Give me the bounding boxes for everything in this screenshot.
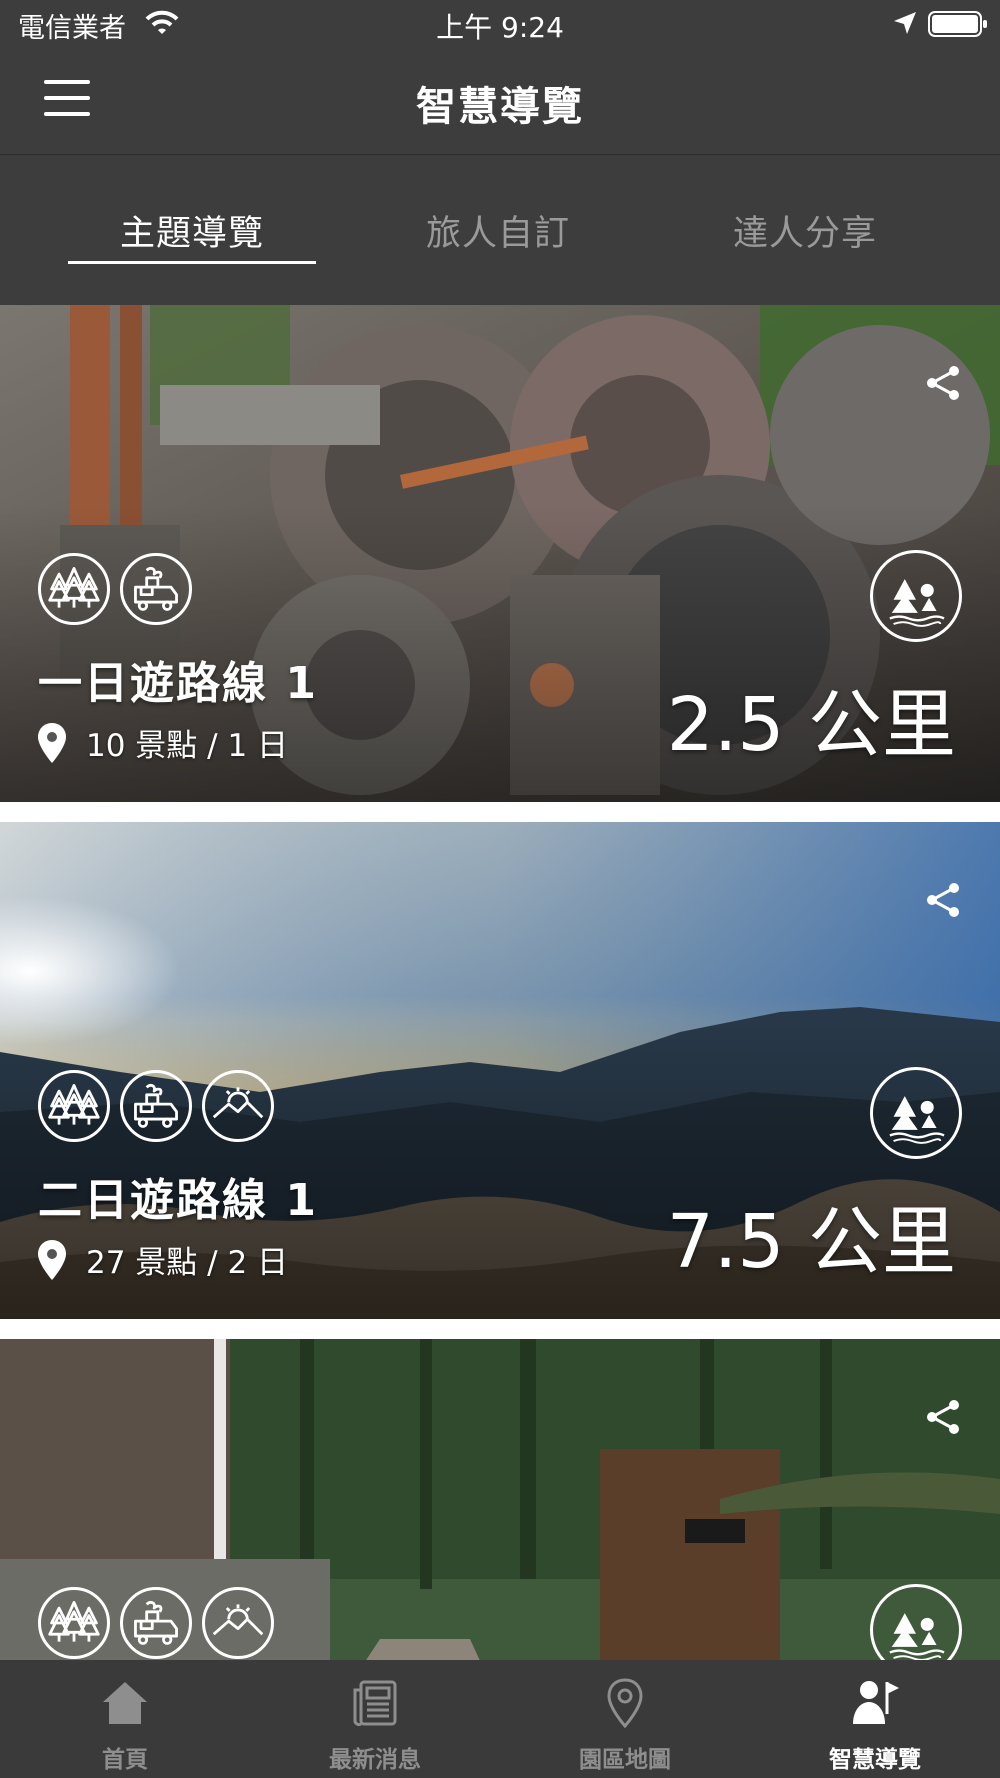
forest-icon: [38, 1070, 110, 1142]
tab-custom-trip[interactable]: 旅人自訂: [373, 205, 623, 256]
tabbar-home[interactable]: 首頁: [0, 1660, 250, 1778]
status-bar: 電信業者 上午 9:24: [0, 0, 1000, 50]
guide-flag-icon: [853, 1681, 899, 1724]
location-pin-icon: [38, 1240, 66, 1280]
route-distance: 7.5 公里: [666, 1199, 956, 1285]
sunrise-mountain-icon: [202, 1587, 274, 1659]
nav-header: 智慧導覽: [0, 50, 1000, 155]
location-arrow-icon: [894, 12, 916, 34]
route-categories: [38, 1070, 274, 1146]
battery-icon: [928, 11, 987, 37]
route-list[interactable]: 一日遊路線 1 10 景點 / 1 日 2.5 公里 二日遊路線 1 27 景點…: [0, 305, 1000, 1660]
active-tab-indicator: [68, 261, 316, 264]
route-spots: 27 景點 / 2 日: [38, 1237, 288, 1282]
train-icon: [120, 553, 192, 625]
tabbar-label: 園區地圖: [579, 1747, 671, 1773]
tabbar-label: 智慧導覽: [829, 1747, 921, 1773]
train-icon: [120, 1070, 192, 1142]
route-card[interactable]: 一日遊路線 1 10 景點 / 1 日 2.5 公里: [0, 305, 1000, 802]
share-icon[interactable]: [924, 363, 964, 403]
bottom-tab-bar: 首頁 最新消息 園區地圖 智慧導覽: [0, 1660, 1000, 1778]
route-categories: [38, 1587, 274, 1660]
tab-expert-share[interactable]: 達人分享: [680, 205, 930, 256]
route-distance: 2.5 公里: [666, 682, 956, 768]
guide-tabs: 主題導覽 旅人自訂 達人分享: [0, 155, 1000, 305]
status-time: 上午 9:24: [436, 11, 564, 44]
tab-theme-guide[interactable]: 主題導覽: [67, 205, 317, 256]
location-pin-icon: [38, 723, 66, 763]
route-card[interactable]: [0, 1339, 1000, 1660]
tabbar-smart-guide[interactable]: 智慧導覽: [750, 1660, 1000, 1778]
tabbar-news[interactable]: 最新消息: [250, 1660, 500, 1778]
route-title: 二日遊路線 1: [38, 1175, 318, 1226]
tabbar-label: 最新消息: [329, 1747, 421, 1773]
home-icon: [103, 1682, 147, 1724]
route-title: 一日遊路線 1: [38, 658, 318, 709]
forest-icon: [38, 1587, 110, 1659]
park-logo-icon: [870, 550, 962, 642]
tabbar-map[interactable]: 園區地圖: [500, 1660, 750, 1778]
share-icon[interactable]: [924, 1397, 964, 1437]
route-categories: [38, 553, 192, 629]
share-icon[interactable]: [924, 880, 964, 920]
newspaper-icon: [353, 1680, 397, 1727]
route-spots-text: 10 景點 / 1 日: [86, 728, 289, 764]
sunrise-mountain-icon: [202, 1070, 274, 1142]
route-spots: 10 景點 / 1 日: [38, 720, 288, 765]
forest-icon: [38, 553, 110, 625]
route-spots-text: 27 景點 / 2 日: [86, 1245, 289, 1281]
park-logo-icon: [870, 1067, 962, 1159]
train-icon: [120, 1587, 192, 1659]
tabbar-label: 首頁: [102, 1747, 148, 1773]
map-pin-icon: [607, 1678, 643, 1729]
page-title: 智慧導覽: [416, 84, 584, 130]
route-card[interactable]: 二日遊路線 1 27 景點 / 2 日 7.5 公里: [0, 822, 1000, 1319]
